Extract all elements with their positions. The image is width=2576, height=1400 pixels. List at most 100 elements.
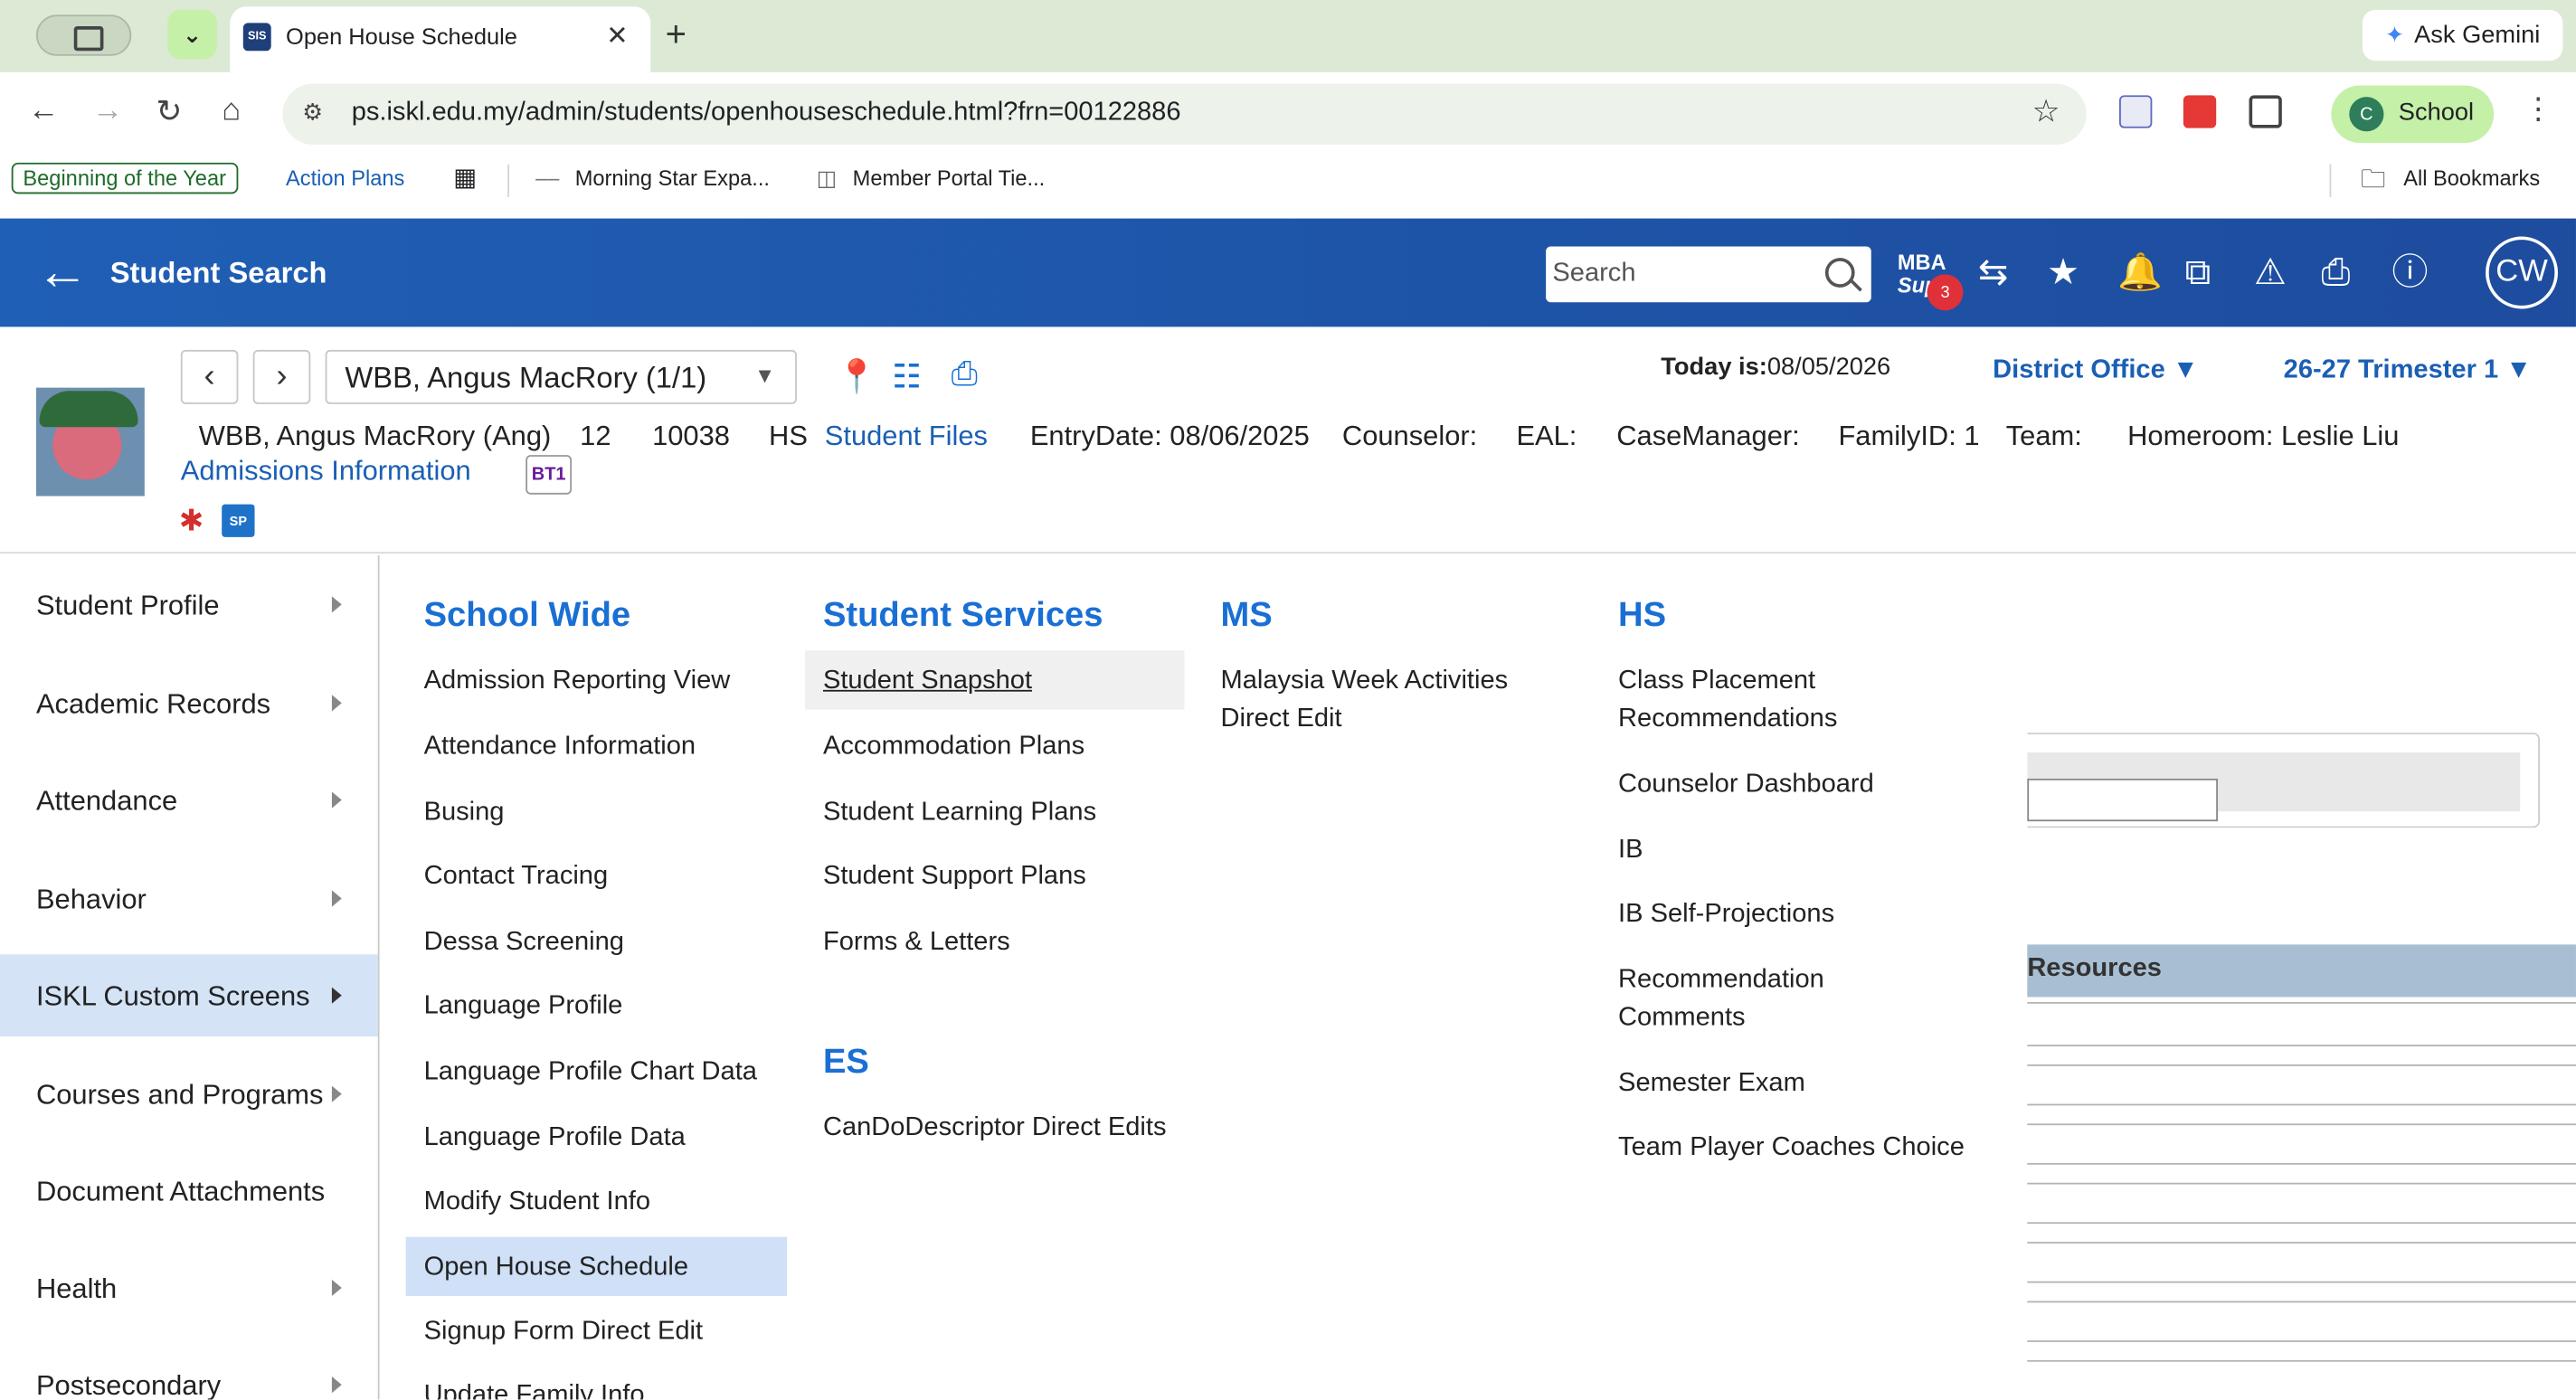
home-icon[interactable]: ⌂: [222, 94, 241, 130]
browser-menu-icon[interactable]: ⋮: [2524, 92, 2553, 127]
print-icon[interactable]: ⎙: [2321, 251, 2350, 294]
sidebar-item-postsecondary[interactable]: Postsecondary: [0, 1344, 378, 1399]
extensions-puzzle-icon[interactable]: [2249, 95, 2282, 128]
menu-item-team-player-coaches-choice[interactable]: Team Player Coaches Choice: [1618, 1129, 1965, 1167]
menu-item-recommendation-comments[interactable]: Recommendation Comments: [1618, 961, 1824, 1037]
menu-item-forms-and-letters[interactable]: Forms & Letters: [823, 923, 1010, 961]
term-dropdown[interactable]: 26-27 Trimester 1 ▼: [2284, 356, 2532, 386]
sidebar-item-label: Courses and Programs: [35, 1079, 324, 1111]
active-tab[interactable]: SIS Open House Schedule ✕: [230, 6, 651, 72]
next-student-button[interactable]: ›: [252, 349, 311, 404]
menu-item-admission-reporting-view[interactable]: Admission Reporting View: [424, 662, 731, 700]
menu-item-accommodation-plans[interactable]: Accommodation Plans: [823, 728, 1084, 766]
chevron-right-icon: [331, 596, 342, 613]
menu-item-class-placement-recommendations[interactable]: Class Placement Recommendations: [1618, 662, 1837, 738]
student-id: 10038: [652, 420, 730, 452]
back-arrow-icon[interactable]: ←: [28, 94, 60, 130]
apps-grid-icon[interactable]: ▦: [453, 163, 477, 193]
user-avatar[interactable]: CW: [2486, 236, 2558, 309]
menu-item-line: Class Placement: [1618, 667, 1816, 695]
family-tree-icon[interactable]: ☷: [892, 356, 922, 397]
sidebar-item-iskl-custom-screens[interactable]: ISKL Custom Screens: [0, 954, 378, 1037]
search-box[interactable]: [1546, 246, 1871, 303]
gemini-sparkle-icon: ✦: [2384, 21, 2405, 48]
menu-item-student-snapshot[interactable]: Student Snapshot: [804, 650, 1185, 710]
menu-item-language-profile[interactable]: Language Profile: [424, 988, 623, 1026]
menu-item-update-family-info[interactable]: Update Family Info: [424, 1376, 645, 1400]
extension-upload-icon[interactable]: [2119, 95, 2153, 128]
search-input[interactable]: [1552, 252, 1816, 296]
sidebar-item-label: ISKL Custom Screens: [35, 980, 310, 1012]
help-icon[interactable]: ⓘ: [2392, 251, 2429, 294]
sidebar-item-attendance[interactable]: Attendance: [0, 759, 378, 841]
menu-item-busing[interactable]: Busing: [424, 793, 505, 831]
bookmark-morning-star[interactable]: Morning Star Expa...: [575, 166, 770, 190]
print-icon[interactable]: ⎙: [952, 356, 978, 394]
sidebar-item-student-profile[interactable]: Student Profile: [0, 563, 378, 646]
menu-item-language-profile-data[interactable]: Language Profile Data: [424, 1119, 686, 1157]
menu-item-counselor-dashboard[interactable]: Counselor Dashboard: [1618, 765, 1874, 803]
sidebar-item-document-attachments[interactable]: Document Attachments: [0, 1149, 378, 1232]
menu-item-line: Recommendations: [1618, 705, 1838, 733]
site-settings-icon[interactable]: ⚙: [302, 99, 323, 127]
back-arrow-icon[interactable]: ←: [36, 245, 89, 298]
tab-close-icon[interactable]: ✕: [606, 20, 628, 52]
page-title[interactable]: Student Search: [110, 256, 327, 290]
url-text[interactable]: ps.iskl.edu.my/admin/students/openhouses…: [352, 99, 1181, 128]
menu-item-signup-form-direct-edit[interactable]: Signup Form Direct Edit: [424, 1312, 703, 1350]
map-pin-icon[interactable]: 📍: [836, 356, 876, 397]
menu-item-student-support-plans[interactable]: Student Support Plans: [823, 857, 1086, 895]
table-row-divider: [2027, 1001, 2576, 1004]
profile-chip[interactable]: C School: [2331, 85, 2495, 144]
all-bookmarks[interactable]: All Bookmarks: [2403, 166, 2540, 190]
sp-alert-icon[interactable]: SP: [222, 504, 255, 537]
sidebar-item-health[interactable]: Health: [0, 1247, 378, 1329]
menu-item-modify-student-info[interactable]: Modify Student Info: [424, 1183, 650, 1221]
swap-arrows-icon[interactable]: ⇆: [1978, 251, 2008, 294]
warning-icon[interactable]: ⚠: [2254, 251, 2287, 294]
menu-item-language-profile-chart-data[interactable]: Language Profile Chart Data: [424, 1053, 757, 1091]
bookmark-beginning-of-year[interactable]: Beginning of the Year: [11, 162, 238, 194]
bookmark-member-portal[interactable]: Member Portal Tie...: [853, 166, 1046, 190]
student-files-link[interactable]: Student Files: [825, 421, 988, 453]
menu-item-student-learning-plans[interactable]: Student Learning Plans: [823, 793, 1096, 831]
bt1-badge[interactable]: BT1: [526, 455, 573, 495]
favorites-star-icon[interactable]: ★: [2047, 251, 2079, 294]
medical-alert-icon[interactable]: ✱: [179, 505, 204, 539]
tab-groups-button[interactable]: [35, 14, 132, 56]
menu-item-line: Recommendation: [1618, 965, 1824, 994]
menu-item-open-house-schedule[interactable]: Open House Schedule: [405, 1236, 788, 1297]
menu-item-malaysia-week-activities-direct-edit[interactable]: Malaysia Week Activities Direct Edit: [1221, 662, 1509, 738]
chevron-right-icon: [331, 987, 342, 1004]
sidebar-item-courses-and-programs[interactable]: Courses and Programs: [0, 1053, 378, 1135]
new-tab-plus-icon[interactable]: +: [666, 14, 687, 56]
sidebar-item-academic-records[interactable]: Academic Records: [0, 662, 378, 744]
menu-item-ib[interactable]: IB: [1618, 831, 1643, 869]
menu-item-ib-self-projections[interactable]: IB Self-Projections: [1618, 895, 1834, 933]
menu-item-dessa-screening[interactable]: Dessa Screening: [424, 923, 624, 961]
background-input[interactable]: [2027, 778, 2219, 822]
ask-gemini-button[interactable]: ✦ Ask Gemini: [2362, 9, 2563, 61]
bookmark-action-plans[interactable]: Action Plans: [286, 166, 404, 190]
student-services-heading: Student Services: [822, 596, 1103, 635]
previous-student-button[interactable]: ‹: [180, 349, 239, 404]
sidebar-item-label: Behavior: [35, 884, 147, 915]
reload-icon[interactable]: ↻: [156, 94, 183, 132]
menu-item-semester-exam[interactable]: Semester Exam: [1618, 1064, 1805, 1102]
notifications-bell-icon[interactable]: 🔔: [2117, 251, 2163, 294]
extension-todoist-icon[interactable]: [2183, 95, 2217, 128]
bookmark-star-icon[interactable]: ☆: [2032, 94, 2060, 132]
external-link-icon[interactable]: ⧉: [2185, 251, 2211, 294]
search-icon[interactable]: [1824, 258, 1855, 288]
menu-item-candodescriptor-direct-edits[interactable]: CanDoDescriptor Direct Edits: [823, 1109, 1167, 1147]
menu-item-attendance-information[interactable]: Attendance Information: [424, 728, 696, 766]
admissions-information-link[interactable]: Admissions Information: [181, 455, 471, 487]
district-office-dropdown[interactable]: District Office ▼: [1993, 356, 2198, 386]
forward-arrow-icon[interactable]: →: [92, 94, 124, 130]
menu-item-contact-tracing[interactable]: Contact Tracing: [424, 857, 609, 895]
tab-search-chevron-icon[interactable]: ⌄: [167, 9, 217, 60]
sidebar-item-behavior[interactable]: Behavior: [0, 857, 378, 940]
student-selector[interactable]: WBB, Angus MacRory (1/1) ▼: [325, 349, 797, 404]
address-bar[interactable]: ⚙ ps.iskl.edu.my/admin/students/openhous…: [282, 83, 2087, 145]
entry-date: EntryDate: 08/06/2025: [1029, 420, 1310, 452]
